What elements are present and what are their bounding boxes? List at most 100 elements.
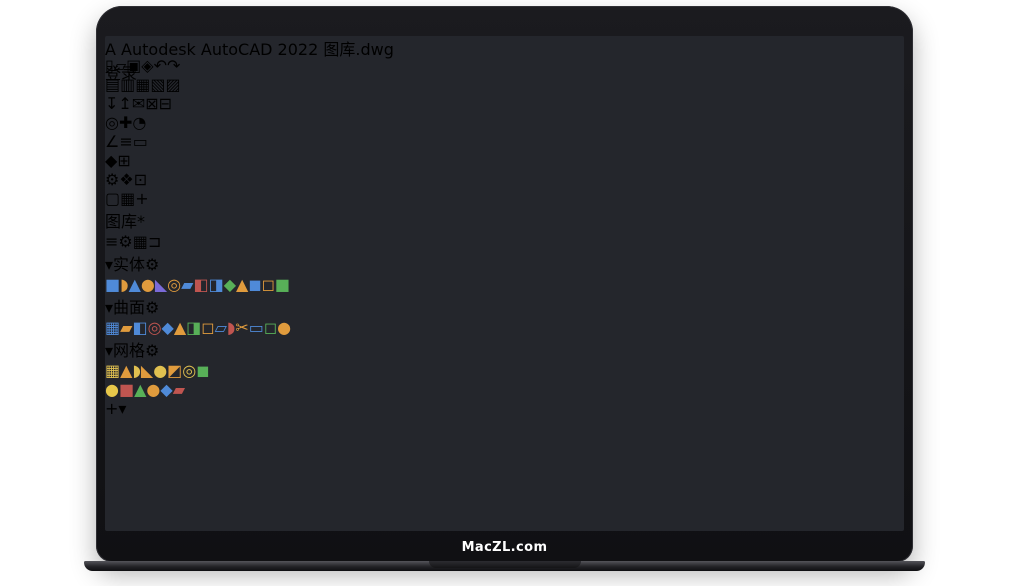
surface-extend-icon[interactable]: ▭	[249, 318, 264, 337]
motion-path-icon[interactable]: ▰	[173, 380, 185, 399]
viewport-icon[interactable]: ▢	[105, 189, 120, 208]
new-file-icon[interactable]: ▯	[105, 56, 114, 75]
add-palette-icon[interactable]: +	[105, 399, 118, 418]
blocks-icon[interactable]: ◆	[105, 151, 117, 170]
panel-settings-icon[interactable]: ⚙	[118, 232, 132, 251]
screen: A Autodesk AutoCAD 2022 图库.dwg 登录 ▯▱▣◈↶↷…	[105, 36, 904, 531]
surface-untrim-icon[interactable]: ◻	[264, 318, 277, 337]
surface-sweep-icon[interactable]: ◆	[162, 318, 174, 337]
render-icon[interactable]: ■	[119, 380, 134, 399]
solid-wedge-icon[interactable]: ◣	[155, 275, 167, 294]
dock-panel-icon[interactable]: ⊐	[148, 232, 161, 251]
mesh-pyramid-icon[interactable]: ◣	[141, 361, 153, 380]
grid-view-icon[interactable]: ▦	[120, 189, 135, 208]
copy-icon[interactable]: ⊠	[145, 94, 158, 113]
tool-palette: ▾实体⚙■◗▲●◣◎▰◧◨◆▲◼◻■▾曲面⚙▦▰◧◎◆▲◨◻▱◗✂▭◻●▾网格⚙…	[105, 251, 904, 418]
save-as-icon[interactable]: ◈	[141, 56, 153, 75]
page-setup-icon[interactable]: ▧	[150, 75, 165, 94]
palette-section-label: 曲面	[113, 298, 145, 317]
surface-planar-icon[interactable]: ▰	[120, 318, 132, 337]
chevron-down-icon: ▾	[105, 298, 113, 317]
publish-icon[interactable]: ▨	[166, 75, 181, 94]
camera-icon[interactable]: ◆	[160, 380, 172, 399]
open-file-icon[interactable]: ▱	[114, 56, 126, 75]
drawing-extents-frame	[105, 418, 611, 531]
palette-section-surface[interactable]: ▾曲面⚙	[105, 294, 904, 318]
solid-torus-icon[interactable]: ◎	[167, 275, 181, 294]
solid-box-icon[interactable]: ■	[105, 275, 120, 294]
surface-patch-icon[interactable]: ◻	[201, 318, 214, 337]
laptop-base	[84, 561, 925, 571]
match-properties-icon[interactable]: ▭	[133, 132, 148, 151]
gear-icon[interactable]: ⚙	[145, 298, 159, 317]
solid-polysolid-icon[interactable]: ▰	[181, 275, 193, 294]
solid-subtract-icon[interactable]: ◻	[262, 275, 275, 294]
palette-section-label: 网格	[113, 341, 145, 360]
panel-menu-icon[interactable]: ≡	[105, 232, 118, 251]
solid-loft-icon[interactable]: ▲	[236, 275, 248, 294]
surface-offset-icon[interactable]: ▱	[215, 318, 227, 337]
palette-overflow-icon[interactable]: ▾	[118, 399, 126, 418]
save-icon[interactable]: ▣	[126, 56, 141, 75]
surface-sculpt-icon[interactable]: ●	[277, 318, 291, 337]
reference-icon[interactable]: ⊡	[134, 170, 147, 189]
mesh-sphere-icon[interactable]: ●	[153, 361, 167, 380]
grid-panel-icon[interactable]: ▦	[133, 232, 148, 251]
surface-network-icon[interactable]: ▦	[105, 318, 120, 337]
export-icon[interactable]: ↥	[118, 94, 131, 113]
solid-cone-icon[interactable]: ▲	[129, 275, 141, 294]
layers-icon[interactable]: ≡	[119, 132, 132, 151]
mesh-wedge-icon[interactable]: ◩	[167, 361, 182, 380]
measure-icon[interactable]: ∠	[105, 132, 119, 151]
surface-loft-icon[interactable]: ▲	[174, 318, 186, 337]
tool-sets-icon[interactable]: ⚙	[105, 170, 119, 189]
redo-icon[interactable]: ↷	[167, 56, 180, 75]
document-tab[interactable]: 图库*	[105, 208, 904, 232]
solid-extrude-icon[interactable]: ◧	[193, 275, 208, 294]
titlebar: A Autodesk AutoCAD 2022 图库.dwg 登录	[105, 36, 904, 56]
palette-section-label: 实体	[113, 255, 145, 274]
palette-section-solid[interactable]: ▾实体⚙	[105, 251, 904, 275]
pan-icon[interactable]: ✚	[119, 113, 132, 132]
mesh-torus-icon[interactable]: ◎	[182, 361, 196, 380]
gear-icon[interactable]: ⚙	[145, 341, 159, 360]
surface-blend-icon[interactable]: ◨	[186, 318, 201, 337]
solid-sweep-icon[interactable]: ◆	[224, 275, 236, 294]
mesh-smooth-icon[interactable]: ◼	[196, 361, 209, 380]
chevron-down-icon: ▾	[105, 255, 113, 274]
page: A Autodesk AutoCAD 2022 图库.dwg 登录 ▯▱▣◈↶↷…	[0, 0, 1009, 586]
materials-icon[interactable]: ●	[105, 380, 119, 399]
mesh-box-icon[interactable]: ▦	[105, 361, 120, 380]
new-tab-icon[interactable]: +	[135, 189, 148, 208]
mesh-cone-icon[interactable]: ▲	[120, 361, 132, 380]
content-palette-icon[interactable]: ❖	[119, 170, 133, 189]
etransmit-icon[interactable]: ✉	[132, 94, 145, 113]
undo-icon[interactable]: ↶	[154, 56, 167, 75]
solid-intersect-icon[interactable]: ■	[275, 275, 290, 294]
paste-icon[interactable]: ⊟	[159, 94, 172, 113]
plot-preview-icon[interactable]: ▦	[135, 75, 150, 94]
orbit-icon[interactable]: ◔	[132, 113, 146, 132]
plot-icon[interactable]: ▥	[120, 75, 135, 94]
surface-revolve-icon[interactable]: ◎	[148, 318, 162, 337]
gear-icon[interactable]: ⚙	[145, 255, 159, 274]
sun-icon[interactable]: ●	[146, 380, 160, 399]
print-icon[interactable]: ▤	[105, 75, 120, 94]
brand-label: MacZL.com	[462, 540, 548, 555]
document-tab-label: 图库*	[105, 212, 145, 231]
solid-cylinder-icon[interactable]: ◗	[120, 275, 128, 294]
xref-icon[interactable]: ⊞	[117, 151, 130, 170]
main-toolbar: ▯▱▣◈↶↷ ▤▥▦▧▨ ↧↥✉⊠⊟ ◎✚◔ ∠≡▭ ◆⊞⚙❖⊡	[105, 56, 904, 189]
mesh-cylinder-icon[interactable]: ◗	[132, 361, 140, 380]
solid-sphere-icon[interactable]: ●	[141, 275, 155, 294]
surface-extrude-icon[interactable]: ◧	[132, 318, 147, 337]
surface-trim-icon[interactable]: ✂	[235, 318, 248, 337]
zoom-icon[interactable]: ◎	[105, 113, 119, 132]
drawing-canvas[interactable]: 平面植物平面健身器平面标志强弱电标识平面休闲桌椅平面写字台平面电器平面门平面灯具	[105, 418, 904, 531]
solid-union-icon[interactable]: ◼	[248, 275, 261, 294]
palette-section-mesh[interactable]: ▾网格⚙	[105, 337, 904, 361]
solid-revolve-icon[interactable]: ◨	[209, 275, 224, 294]
chevron-down-icon: ▾	[105, 341, 113, 360]
lights-icon[interactable]: ▲	[134, 380, 146, 399]
import-icon[interactable]: ↧	[105, 94, 118, 113]
